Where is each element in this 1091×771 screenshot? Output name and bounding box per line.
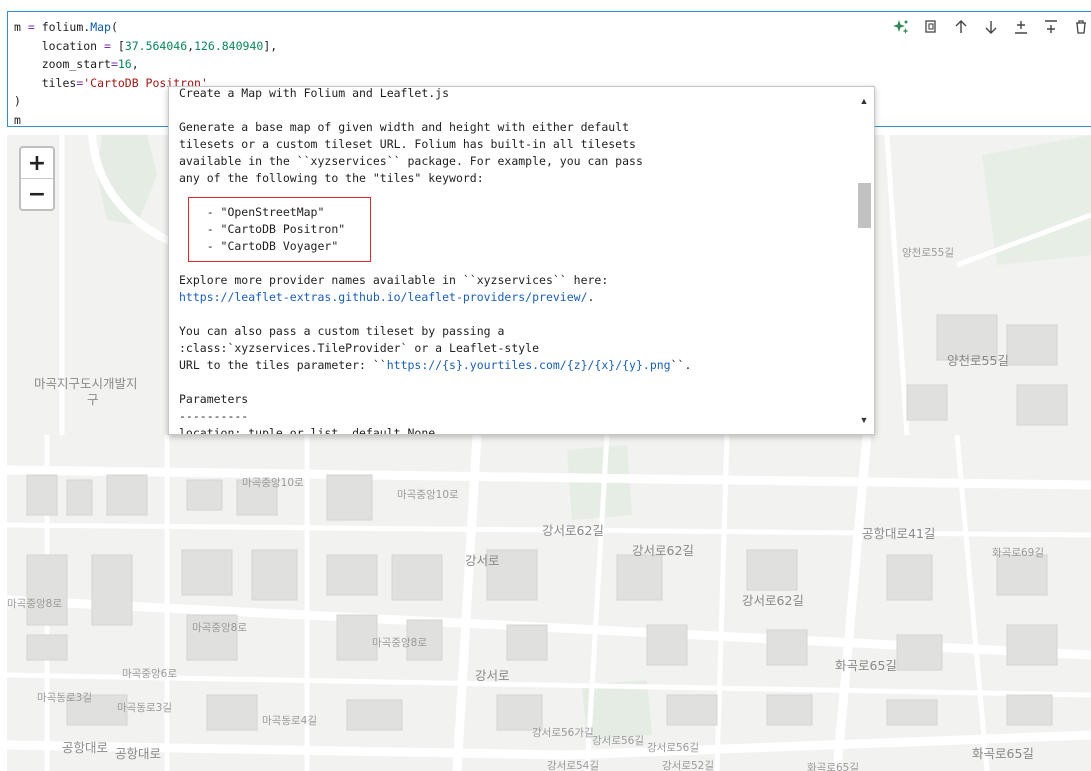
map-label-road: 강서로62길 [632, 543, 694, 558]
map-label-road: 마곡중앙6로 [122, 668, 177, 680]
doc-para-line: any of the following to the "tiles" keyw… [179, 171, 484, 185]
map-label-road: 강서로52길 [662, 760, 715, 771]
map-label-road: 마곡중앙10로 [242, 477, 304, 489]
doc-cut-line: location: tuple or list, default None [179, 426, 436, 435]
tiles-highlight-box [188, 197, 371, 262]
insert-above-icon[interactable] [1010, 17, 1031, 38]
doc-title-line: Create a Map with Folium and Leaflet.js [179, 86, 450, 100]
zoom-control: + − [19, 146, 55, 211]
map-label-road: 마곡동로3길 [117, 702, 172, 714]
map-label-road: 화곡로69길 [992, 547, 1045, 559]
doc-params-rule: ---------- [179, 409, 249, 423]
map-label-road: 양천로55길 [902, 247, 955, 259]
map-label-road: 강서로56길 [592, 735, 645, 747]
doc-para-line: Generate a base map of given width and h… [179, 120, 630, 134]
map-label-road: 공항대로41길 [862, 526, 936, 541]
cell-toolbar [890, 16, 1091, 38]
map-label-road: 마곡동로3길 [37, 692, 92, 704]
delete-icon[interactable] [1070, 17, 1091, 38]
sparkle-icon[interactable] [890, 17, 911, 38]
map-label-road: 화곡로65길 [835, 658, 897, 673]
map-label-road: 공항대로 [115, 746, 162, 761]
zoom-out-button[interactable]: − [21, 178, 53, 209]
map-label-district: 마곡지구도시개발지 [34, 376, 138, 391]
doc-params-title: Parameters [179, 392, 249, 406]
zoom-in-button[interactable]: + [21, 148, 53, 178]
tiles-url-link[interactable]: https://{s}.yourtiles.com/{z}/{x}/{y}.pn… [387, 358, 671, 372]
doc-para-line: tilesets or a custom tileset URL. Folium… [179, 137, 636, 151]
map-label-road: 양천로55길 [947, 353, 1009, 368]
map-label-road: 마곡중앙10로 [397, 489, 459, 501]
scroll-thumb[interactable] [858, 183, 871, 228]
code-line-5: ) [14, 94, 21, 108]
code-line-6: m [14, 112, 21, 127]
arrow-down-icon[interactable] [980, 17, 1001, 38]
map-label-road: 강서로62길 [742, 593, 804, 608]
code-line-3: zoom_start=16, [14, 57, 139, 71]
map-label-road: 강서로56가길 [532, 727, 594, 739]
insert-below-icon[interactable] [1040, 17, 1061, 38]
doc-para-line: available in the ``xyzservices`` package… [179, 154, 643, 168]
doc-url-suffix: ``. [670, 358, 692, 372]
map-label-road: 마곡중앙8로 [7, 598, 62, 610]
map-label-road: 강서로 [475, 668, 510, 683]
map-label-road: 마곡중앙8로 [372, 637, 427, 649]
code-line-2: location = [37.564046,126.840940], [14, 38, 278, 53]
doc-para-line: You can also pass a custom tileset by pa… [179, 324, 505, 338]
doc-para-line: :class:`xyzservices.TileProvider` or a L… [179, 341, 540, 355]
map-label-road: 공항대로 [62, 740, 109, 755]
map-label-district-2: 구 [87, 392, 99, 407]
docstring-popup[interactable]: Create a Map with Folium and Leaflet.js … [168, 86, 875, 435]
map-label-road: 강서로56길 [647, 742, 700, 754]
scroll-down-arrow-icon[interactable]: ▼ [854, 410, 874, 430]
providers-preview-link[interactable]: https://leaflet-extras.github.io/leaflet… [179, 290, 588, 304]
copy-icon[interactable] [920, 17, 941, 38]
doc-explore-line: Explore more provider names available in… [179, 273, 609, 287]
scroll-up-arrow-icon[interactable]: ▲ [854, 91, 874, 111]
code-line-1: m = folium.Map( [14, 20, 118, 34]
map-label-road: 강서로 [465, 553, 500, 568]
map-label-road: 강서로62길 [542, 523, 604, 538]
map-label-road: 마곡동로4길 [262, 715, 317, 727]
arrow-up-icon[interactable] [950, 17, 971, 38]
popup-scrollbar[interactable]: ▲ ▼ [854, 87, 874, 434]
doc-explore-end: . [587, 290, 595, 304]
doc-url-prefix: URL to the tiles parameter: `` [179, 358, 387, 372]
map-label-road: 화곡로65길 [972, 746, 1034, 761]
map-label-road: 화곡로65길 [807, 762, 860, 771]
map-label-road: 마곡중앙8로 [192, 622, 247, 634]
map-label-road: 강서로54길 [547, 760, 600, 771]
